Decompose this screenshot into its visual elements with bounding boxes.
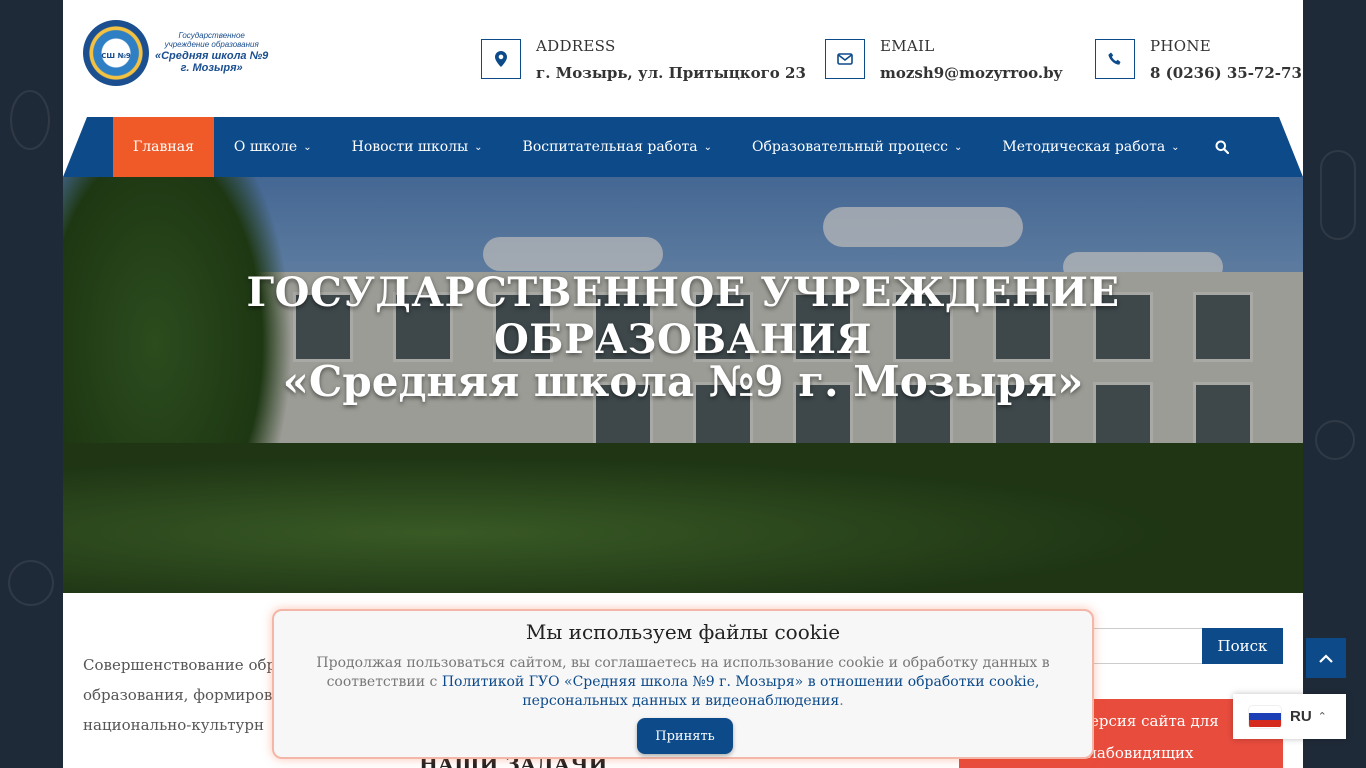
emblem-icon: СШ №9 — [83, 20, 149, 86]
cookie-consent-popup: Мы используем файлы cookie Продолжая пол… — [272, 609, 1094, 759]
hero-banner: ГОСУДАРСТВЕННОЕ УЧРЕЖДЕНИЕ ОБРАЗОВАНИЯ «… — [63, 177, 1303, 593]
nav-item-about[interactable]: О школе ⌄ — [214, 117, 332, 177]
logo-line: «Средняя школа №9 — [155, 49, 269, 62]
nav-item-education[interactable]: Образовательный процесс ⌄ — [732, 117, 982, 177]
contact-email: EMAIL mozsh9@mozyrroo.by — [825, 36, 1062, 82]
cookie-title: Мы используем файлы cookie — [525, 620, 841, 644]
envelope-icon — [825, 39, 865, 79]
chevron-down-icon: ⌄ — [703, 141, 713, 153]
logo-line: Государственное — [178, 31, 245, 41]
nav-corner — [1279, 117, 1303, 177]
red-box-line: слабовидящих — [1079, 744, 1194, 762]
contact-address: ADDRESS г. Мозырь, ул. Притыцкого 23 — [481, 36, 806, 82]
logo-line: учреждение образования — [164, 40, 259, 50]
nav-item-home[interactable]: Главная — [113, 117, 214, 177]
nav-item-methodical[interactable]: Методическая работа ⌄ — [982, 117, 1199, 177]
hero-subtitle: «Средняя школа №9 г. Мозыря» — [282, 357, 1084, 406]
background-doodle — [8, 560, 54, 606]
chevron-down-icon: ⌄ — [1171, 141, 1180, 153]
logo-line: г. Мозыря» — [180, 62, 243, 75]
contact-value: г. Мозырь, ул. Притыцкого 23 — [536, 64, 806, 82]
cookie-accept-button[interactable]: Принять — [637, 718, 733, 754]
contact-phone: PHONE 8 (0236) 35-72-73 — [1095, 36, 1302, 82]
contact-label: ADDRESS — [536, 37, 616, 55]
chevron-down-icon: ⌄ — [303, 141, 312, 153]
hero-title: ГОСУДАРСТВЕННОЕ УЧРЕЖДЕНИЕ ОБРАЗОВАНИЯ — [246, 269, 1120, 363]
chevron-up-icon — [1319, 653, 1333, 663]
language-code: RU — [1290, 708, 1312, 725]
sidebar-search-button[interactable]: Поиск — [1202, 628, 1283, 664]
background-doodle — [10, 90, 50, 150]
chevron-down-icon: ⌄ — [474, 141, 483, 153]
chevron-down-icon: ⌄ — [954, 141, 963, 153]
nav-items: Главная О школе ⌄ Новости школы ⌄ Воспитат… — [113, 117, 1244, 177]
nav-item-upbringing[interactable]: Воспитательная работа ⌄ — [503, 117, 732, 177]
language-selector[interactable]: RU ⌃ — [1233, 694, 1346, 739]
email-link[interactable]: mozsh9@mozyrroo.by — [880, 64, 1062, 82]
cookie-policy-link[interactable]: Политикой ГУО «Средняя школа №9 г. Мозыр… — [442, 674, 1040, 709]
site-header: СШ №9 Государственное учреждение образов… — [63, 0, 1303, 117]
contact-label: EMAIL — [880, 37, 935, 55]
contact-label: PHONE — [1150, 37, 1212, 55]
nav-item-news[interactable]: Новости школы ⌄ — [332, 117, 503, 177]
main-navigation: Главная О школе ⌄ Новости школы ⌄ Воспитат… — [63, 117, 1303, 177]
chevron-up-icon: ⌃ — [1317, 710, 1327, 723]
cookie-text: Продолжая пользоваться сайтом, вы соглаш… — [316, 655, 1050, 709]
school-logo[interactable]: СШ №9 Государственное учреждение образов… — [83, 18, 283, 88]
scroll-to-top-button[interactable] — [1306, 638, 1346, 678]
logo-text: Государственное учреждение образования «… — [155, 31, 268, 75]
nav-corner — [63, 117, 87, 177]
russia-flag-icon — [1249, 705, 1281, 728]
search-icon[interactable] — [1200, 117, 1244, 177]
background-doodle — [1315, 420, 1355, 460]
map-marker-icon — [481, 39, 521, 79]
phone-link[interactable]: 8 (0236) 35-72-73 — [1150, 64, 1302, 82]
phone-icon — [1095, 39, 1135, 79]
background-doodle — [1320, 150, 1356, 240]
